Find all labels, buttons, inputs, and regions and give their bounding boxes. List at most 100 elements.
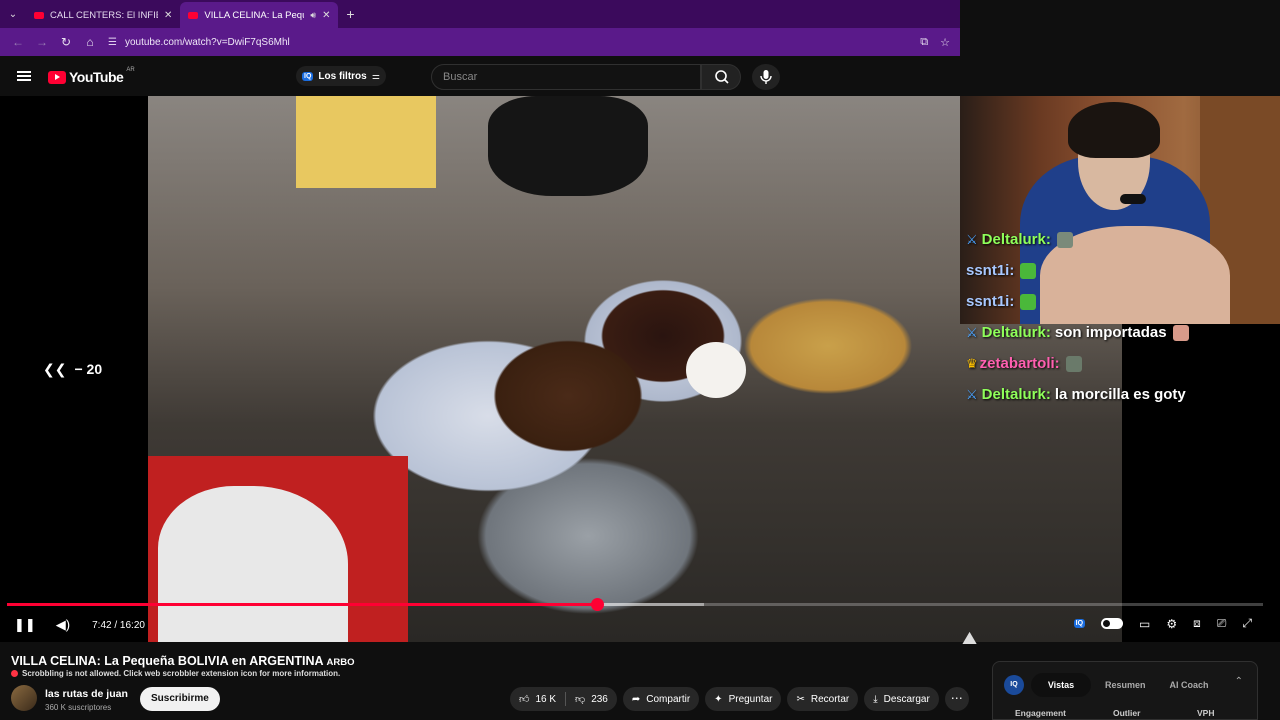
microphone-icon [760,70,772,84]
download-button[interactable]: ⤓ Descargar [864,687,939,711]
seek-back-indicator: ❮❮ − 20 [43,361,102,378]
emote-icon [1020,293,1037,310]
country-code: AR [126,67,135,73]
share-button[interactable]: ➦ Compartir [622,687,700,711]
close-tab-icon[interactable]: ✕ [322,10,330,21]
tab-title: CALL CENTERS: El INFIERNO a [50,9,158,21]
chat-user: ssnt1i [966,262,1010,279]
search-button[interactable] [701,64,741,90]
search-input[interactable]: Buscar [431,64,701,90]
video-content-bag [488,96,648,196]
panel-columns: Engagement Outlier VPH [1015,708,1214,718]
filters-label: Los filtros [318,70,367,82]
webcam-person-hair [1068,102,1160,158]
tab-resumen[interactable]: Resumen [1095,673,1155,697]
channel-name[interactable]: las rutas de juan [45,688,128,700]
iq-analytics-panel: IQ Vistas Resumen AI Coach ⌃ Engagement … [992,661,1258,720]
collapse-chevron-icon[interactable]: ⌃ [1235,676,1243,687]
youtube-favicon-icon [34,11,44,19]
tab-title: VILLA CELINA: La Pequeña [204,9,304,21]
hamburger-menu-icon[interactable] [17,71,31,81]
subscriber-count: 360 K suscriptores [45,703,112,712]
browser-tab-call-centers[interactable]: CALL CENTERS: El INFIERNO a ✕ [26,2,180,28]
column-engagement: Engagement [1015,708,1067,718]
share-arrow-icon: ➦ [631,693,641,705]
site-info-icon[interactable]: ☰ [108,37,117,48]
emote-icon [1065,355,1082,372]
dislike-count: 236 [591,693,608,705]
column-outlier: Outlier [1113,708,1141,718]
video-title-tag: ARBO [326,657,355,668]
dislike-button[interactable]: 👎︎ 236 [566,693,617,706]
sparkle-icon: ✦ [714,693,723,705]
bookmark-star-icon[interactable]: ☆ [940,36,950,49]
sword-badge-icon: ⚔ [966,325,978,340]
volume-icon[interactable]: ◀︎) [56,617,70,633]
sword-badge-icon: ⚔ [966,232,978,247]
channel-avatar[interactable] [11,685,37,711]
thumbs-down-icon: 👎︎ [575,694,586,705]
fullscreen-icon[interactable]: ⤢ [1242,616,1252,631]
settings-gear-icon[interactable]: ⚙ [1166,617,1177,631]
pause-icon[interactable]: ❚❚ [14,617,36,633]
forward-arrow-icon[interactable]: → [30,35,54,49]
column-vph: VPH [1197,708,1215,718]
browser-tab-villa-celina[interactable]: VILLA CELINA: La Pequeña 🔊︎ ✕ [180,2,339,28]
screen: ⌄ CALL CENTERS: El INFIERNO a ✕ VILLA CE… [0,0,1280,720]
youtube-play-icon [48,70,66,84]
youtube-favicon-icon [188,11,199,19]
video-player[interactable]: ❮❮ − 20 ⚔ Deltalurk: ssnt1i: ssnt1i: ⚔ D… [0,96,1280,648]
video-info-area: VILLA CELINA: La Pequeña BOLIVIA en ARGE… [0,646,1280,720]
warning-dot-icon [11,670,18,677]
speaker-icon[interactable]: 🔊︎ [310,10,316,21]
scissors-icon: ✂ [796,693,805,705]
chat-user: Deltalurk [981,231,1046,248]
home-icon[interactable]: ⌂ [78,35,102,49]
chat-user: Deltalurk [981,386,1046,403]
autoplay-toggle[interactable] [1101,618,1124,629]
emote-icon [1172,324,1189,341]
chat-message: ssnt1i: [966,286,1189,317]
sliders-icon: ⚌ [371,70,380,81]
ask-button[interactable]: ✦ Preguntar [705,687,782,711]
like-button[interactable]: 👍︎ 16 K [510,693,565,706]
download-label: Descargar [883,693,930,705]
new-tab-plus-icon[interactable]: + [338,6,362,22]
tab-vistas[interactable]: Vistas [1031,673,1091,697]
clip-button[interactable]: ✂ Recortar [787,687,859,711]
chat-message: ♛ zetabartoli: [966,348,1189,379]
install-app-icon[interactable]: ⧉ [920,36,928,49]
scrobble-notice: Scrobbling is not allowed. Click web scr… [11,669,340,678]
subtitles-icon[interactable]: ▭ [1139,617,1150,631]
iq-panel-icon: IQ [1004,675,1024,695]
sword-badge-icon: ⚔ [966,387,978,402]
download-icon: ⤓ [873,693,878,705]
url-field[interactable]: ☰ youtube.com/watch?v=DwiF7qS6Mhl [108,37,920,48]
logo-text: YouTube [69,69,124,85]
voice-search-button[interactable] [752,64,780,90]
iq-icon: IQ [302,71,314,81]
close-tab-icon[interactable]: ✕ [164,10,172,21]
iq-player-icon[interactable]: IQ [1073,619,1086,628]
miniplayer-icon[interactable]: ⧈ [1193,616,1201,631]
video-content-egg [686,342,746,398]
browser-tab-bar: ⌄ CALL CENTERS: El INFIERNO a ✕ VILLA CE… [0,0,960,28]
video-content [296,96,436,188]
chat-message: ⚔ Deltalurk: son importadas [966,317,1189,348]
reload-icon[interactable]: ↻ [54,35,78,49]
tab-ai-coach[interactable]: AI Coach [1159,673,1219,697]
tab-search-chevron-icon[interactable]: ⌄ [0,0,26,28]
back-arrow-icon[interactable]: ← [6,35,30,49]
video-progress-bar[interactable] [7,598,1263,611]
youtube-logo[interactable]: YouTube AR [48,67,135,85]
rewind-icon: ❮❮ [43,361,67,377]
played-bar [7,603,598,606]
emote-icon [1056,231,1073,248]
chat-text: son importadas [1054,324,1167,341]
subscribe-button[interactable]: Suscribirme [140,687,220,711]
cast-icon[interactable]: ⎚ [1217,616,1227,631]
headset-mic [1120,194,1146,204]
more-actions-icon[interactable]: ⋯ [944,687,969,711]
filters-button[interactable]: IQ Los filtros ⚌ [296,66,386,86]
chat-user: Deltalurk [981,324,1046,341]
